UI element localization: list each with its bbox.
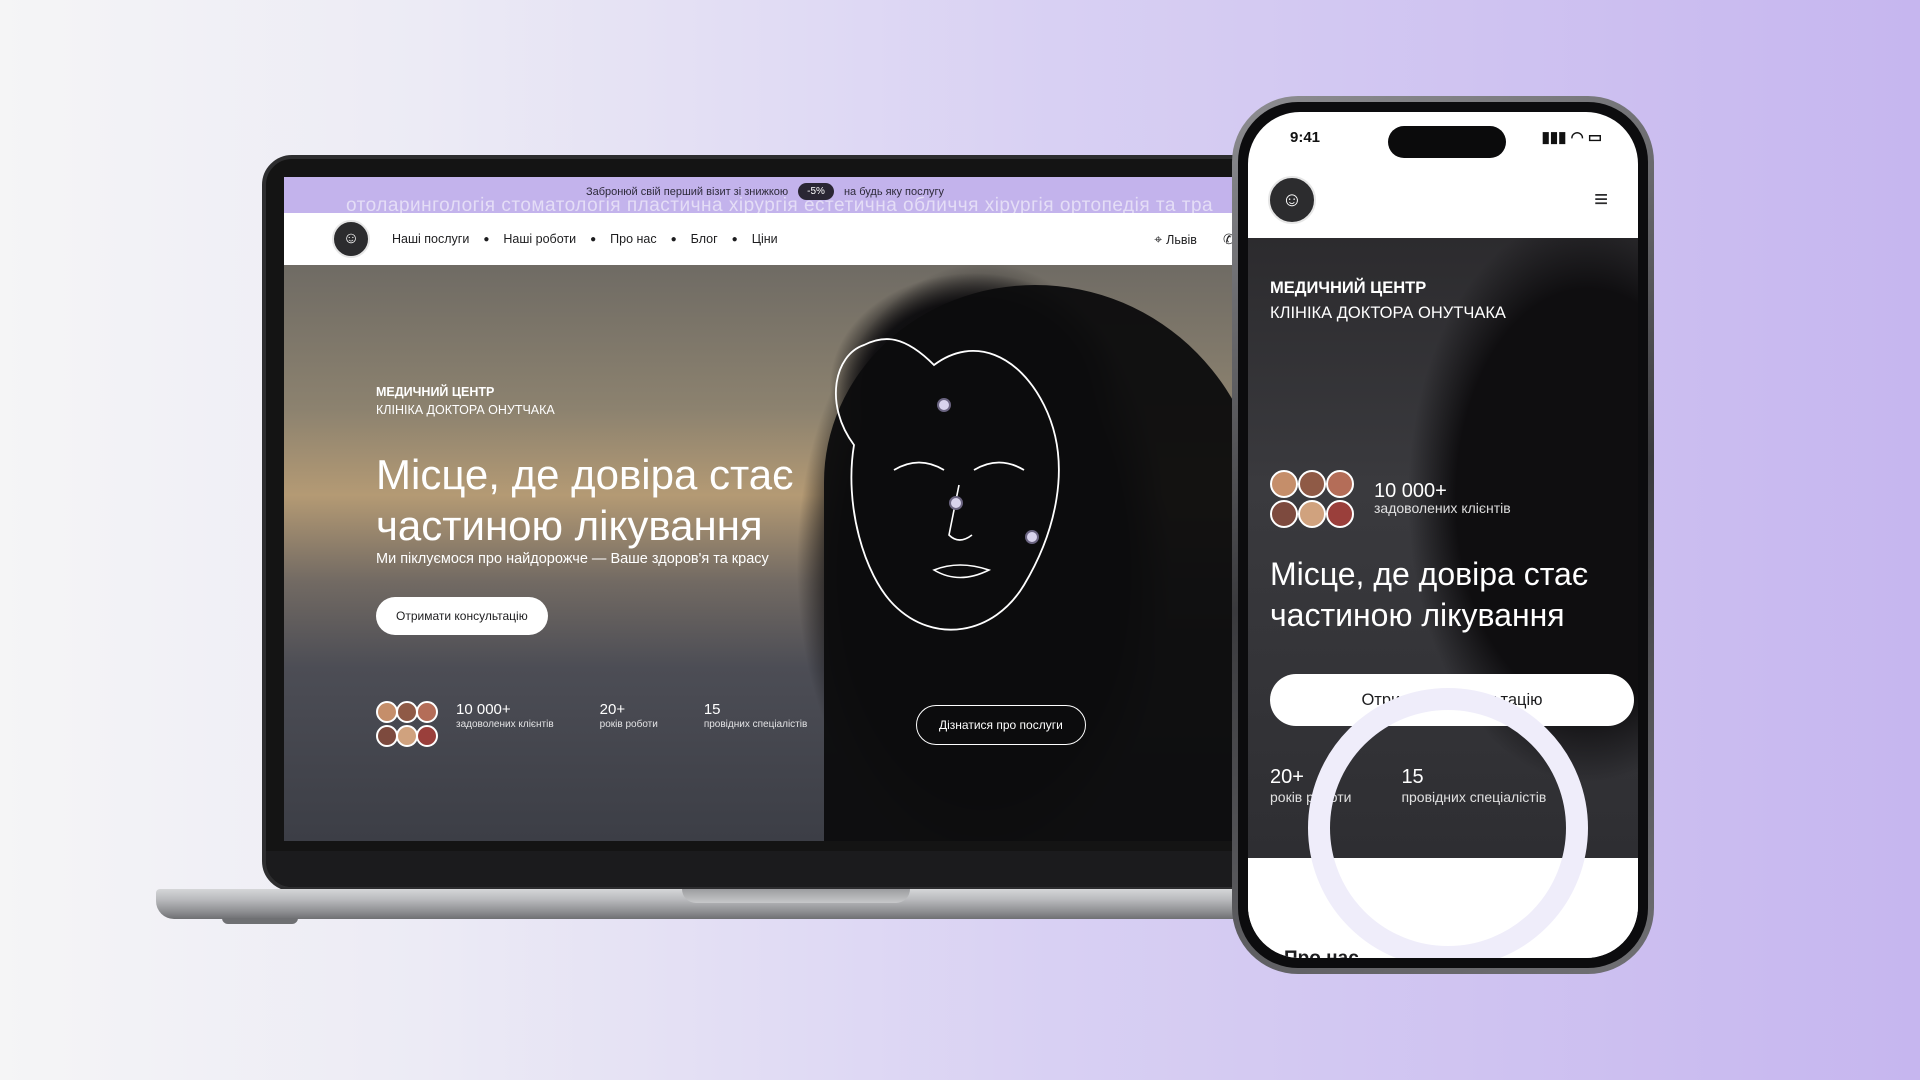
phone-kicker: МЕДИЧНИЙ ЦЕНТР КЛІНІКА ДОКТОРА ОНУТЧАКА	[1270, 276, 1506, 326]
avatar	[376, 701, 398, 723]
stat-label: задоволених клієнтів	[1374, 500, 1511, 516]
discount-badge: -5%	[798, 183, 834, 200]
promo-bar[interactable]: отоларингологія стоматологія пластична х…	[284, 177, 1246, 213]
stat-label: задоволених клієнтів	[456, 719, 554, 730]
nav-separator: ●	[731, 233, 738, 245]
hero-kicker-line2: КЛІНІКА ДОКТОРА ОНУТЧАКА	[376, 403, 555, 417]
map-pin-icon: ⌖	[1154, 230, 1163, 247]
phone-frame: 9:41 ▮▮▮ ◠ ▭ ☺ ≡ МЕДИЧНИЙ ЦЕНТР КЛІНІКА …	[1232, 96, 1654, 974]
dynamic-island	[1388, 126, 1506, 158]
hero-subtitle: Ми піклуємося про найдорожче — Ваше здор…	[376, 551, 769, 567]
stat-years: 20+ років роботи	[600, 701, 658, 730]
stat-value: 10 000+	[456, 701, 511, 718]
avatar	[1270, 470, 1298, 498]
stat-label: років роботи	[599, 719, 658, 730]
client-avatars	[1270, 470, 1354, 528]
avatar	[1326, 470, 1354, 498]
stat-value: 15	[703, 701, 721, 718]
nav-item-works[interactable]: Наші роботи	[503, 232, 576, 246]
avatar	[1298, 500, 1326, 528]
phone-kicker-line2: КЛІНІКА ДОКТОРА ОНУТЧАКА	[1270, 304, 1506, 322]
phone-title-line1: Місце, де довіра стає	[1270, 556, 1589, 592]
laptop-notch	[682, 889, 910, 903]
phone-title: Місце, де довіра стає частиною лікування	[1270, 554, 1588, 636]
nav-item-services[interactable]: Наші послуги	[392, 232, 469, 246]
consultation-button[interactable]: Отримати консультацію	[376, 597, 548, 635]
stat-specialists: 15 провідних спеціалістів	[704, 701, 807, 730]
laptop-frame: отоларингологія стоматологія пластична х…	[262, 155, 1262, 891]
phone-kicker-line1: МЕДИЧНИЙ ЦЕНТР	[1270, 279, 1427, 297]
hero-stats: 10 000+ задоволених клієнтів 20+ років р…	[376, 701, 807, 747]
nav-separator: ●	[590, 233, 597, 245]
hero-kicker-line1: МЕДИЧНИЙ ЦЕНТР	[376, 385, 495, 399]
nav-item-blog[interactable]: Блог	[691, 232, 718, 246]
phone-title-line2: частиною лікування	[1270, 597, 1565, 633]
phone-screen: 9:41 ▮▮▮ ◠ ▭ ☺ ≡ МЕДИЧНИЙ ЦЕНТР КЛІНІКА …	[1248, 112, 1638, 958]
hero-section: МЕДИЧНИЙ ЦЕНТР КЛІНІКА ДОКТОРА ОНУТЧАКА …	[284, 265, 1246, 841]
nav-separator: ●	[483, 233, 490, 245]
avatar	[396, 725, 418, 747]
hamburger-icon[interactable]: ≡	[1594, 186, 1608, 214]
laptop-screen: отоларингологія стоматологія пластична х…	[284, 177, 1246, 841]
nav-item-about[interactable]: Про нас	[610, 232, 656, 246]
location-selector[interactable]: ⌖ Львів	[1154, 231, 1197, 248]
avatar	[1326, 500, 1354, 528]
nav-item-prices[interactable]: Ціни	[752, 232, 778, 246]
avatar	[1270, 500, 1298, 528]
avatar	[416, 701, 438, 723]
decorative-ring	[1308, 688, 1588, 958]
stat-label: провідних спеціалістів	[703, 719, 808, 730]
hero-title-line1: Місце, де довіра стає	[376, 451, 794, 498]
laptop-foot	[222, 918, 298, 924]
phone-about-section: Про нас	[1248, 688, 1638, 958]
hero-title-line2: частиною лікування	[376, 502, 763, 549]
nav-separator: ●	[670, 233, 677, 245]
avatar	[416, 725, 438, 747]
avatar	[376, 725, 398, 747]
services-button[interactable]: Дізнатися про послуги	[916, 705, 1086, 745]
avatar	[1298, 470, 1326, 498]
avatar	[396, 701, 418, 723]
phone-clients-stat: 10 000+ задоволених клієнтів	[1270, 470, 1511, 528]
location-label: Львів	[1166, 232, 1197, 247]
laptop-bottom-bezel	[266, 851, 1258, 887]
promo-text-after: на будь яку послугу	[843, 185, 945, 198]
stat-value: 20+	[599, 701, 626, 718]
about-heading: Про нас	[1284, 948, 1359, 958]
top-nav: ☺ Наші послуги ● Наші роботи ● Про нас ●…	[284, 213, 1246, 265]
stat-clients: 10 000+ задоволених клієнтів	[456, 701, 554, 730]
client-avatars	[376, 701, 438, 747]
hero-title: Місце, де довіра стає частиною лікування	[376, 449, 896, 551]
stat-value: 10 000+	[1374, 480, 1447, 502]
status-time: 9:41	[1290, 128, 1321, 146]
logo-icon[interactable]: ☺	[1268, 176, 1316, 224]
hero-kicker: МЕДИЧНИЙ ЦЕНТР КЛІНІКА ДОКТОРА ОНУТЧАКА	[376, 383, 555, 419]
phone-header: ☺ ≡	[1248, 162, 1638, 238]
logo-icon[interactable]: ☺	[332, 220, 370, 258]
status-icons: ▮▮▮ ◠ ▭	[1541, 129, 1602, 146]
promo-text: Забронюй свій перший візит зі знижкою	[585, 185, 789, 198]
